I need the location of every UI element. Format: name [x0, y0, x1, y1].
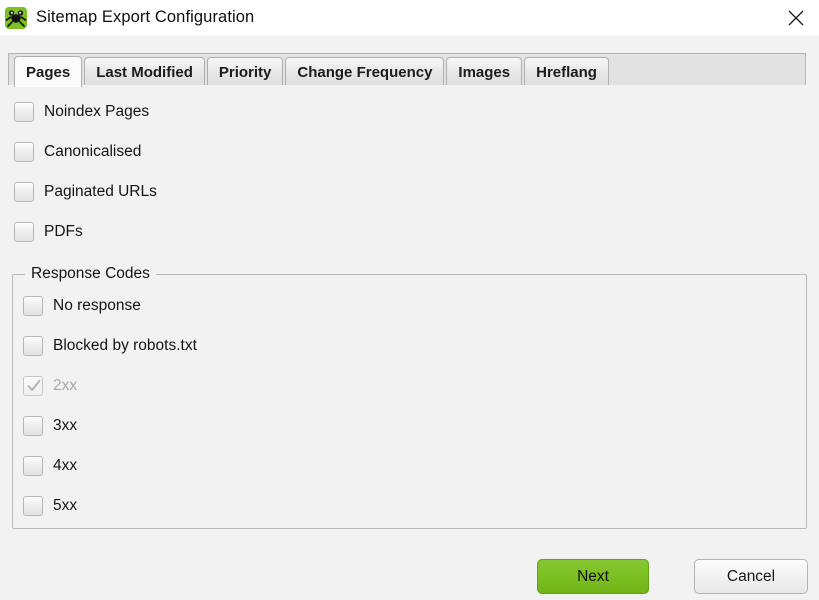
checkbox-canonicalised[interactable] — [14, 142, 34, 162]
checkbox-2xx — [23, 376, 43, 396]
tab-images[interactable]: Images — [446, 57, 522, 86]
checkbox-label: 3xx — [53, 417, 77, 435]
checkbox-3xx[interactable] — [23, 416, 43, 436]
tab-last-modified[interactable]: Last Modified — [84, 57, 205, 86]
checkbox-label: 4xx — [53, 457, 77, 475]
checkbox-row-2xx: 2xx — [23, 375, 77, 397]
tab-label: Change Frequency — [297, 64, 432, 81]
checkbox-no-response[interactable] — [23, 296, 43, 316]
checkbox-label: Blocked by robots.txt — [53, 337, 197, 355]
checkbox-row-5xx[interactable]: 5xx — [23, 495, 77, 517]
checkbox-label: PDFs — [44, 223, 83, 241]
checkbox-pdfs[interactable] — [14, 222, 34, 242]
tab-hreflang[interactable]: Hreflang — [524, 57, 609, 86]
checkbox-noindex-pages[interactable] — [14, 102, 34, 122]
tab-label: Hreflang — [536, 64, 597, 81]
checkbox-4xx[interactable] — [23, 456, 43, 476]
checkbox-row-pdfs[interactable]: PDFs — [14, 221, 83, 243]
tab-label: Pages — [26, 64, 70, 81]
next-button[interactable]: Next — [537, 559, 649, 594]
title-bar: Sitemap Export Configuration — [0, 0, 819, 35]
tab-label: Last Modified — [96, 64, 193, 81]
checkbox-row-noindex-pages[interactable]: Noindex Pages — [14, 101, 149, 123]
tab-priority[interactable]: Priority — [207, 57, 284, 86]
cancel-button-label: Cancel — [727, 568, 775, 586]
checkbox-row-no-response[interactable]: No response — [23, 295, 141, 317]
checkbox-row-3xx[interactable]: 3xx — [23, 415, 77, 437]
checkbox-row-blocked-by-robots[interactable]: Blocked by robots.txt — [23, 335, 197, 357]
checkbox-5xx[interactable] — [23, 496, 43, 516]
window-title: Sitemap Export Configuration — [36, 8, 254, 27]
checkbox-label: Canonicalised — [44, 143, 141, 161]
next-button-label: Next — [577, 568, 609, 586]
checkbox-paginated-urls[interactable] — [14, 182, 34, 202]
checkbox-row-canonicalised[interactable]: Canonicalised — [14, 141, 141, 163]
checkbox-blocked-by-robots[interactable] — [23, 336, 43, 356]
screaming-frog-icon — [5, 7, 27, 29]
response-codes-group: Response Codes No response Blocked by ro… — [12, 274, 807, 529]
cancel-button[interactable]: Cancel — [694, 559, 808, 594]
group-title: Response Codes — [25, 265, 156, 283]
checkbox-label: No response — [53, 297, 141, 315]
tab-label: Priority — [219, 64, 272, 81]
checkbox-label: Noindex Pages — [44, 103, 149, 121]
checkbox-label: Paginated URLs — [44, 183, 157, 201]
tab-label: Images — [458, 64, 510, 81]
tab-pages[interactable]: Pages — [14, 56, 82, 87]
checkbox-row-paginated-urls[interactable]: Paginated URLs — [14, 181, 157, 203]
close-icon[interactable] — [773, 0, 819, 35]
tab-change-frequency[interactable]: Change Frequency — [285, 57, 444, 86]
checkbox-label: 2xx — [53, 377, 77, 395]
checkbox-label: 5xx — [53, 497, 77, 515]
tab-strip: Pages Last Modified Priority Change Freq… — [8, 53, 806, 86]
checkbox-row-4xx[interactable]: 4xx — [23, 455, 77, 477]
